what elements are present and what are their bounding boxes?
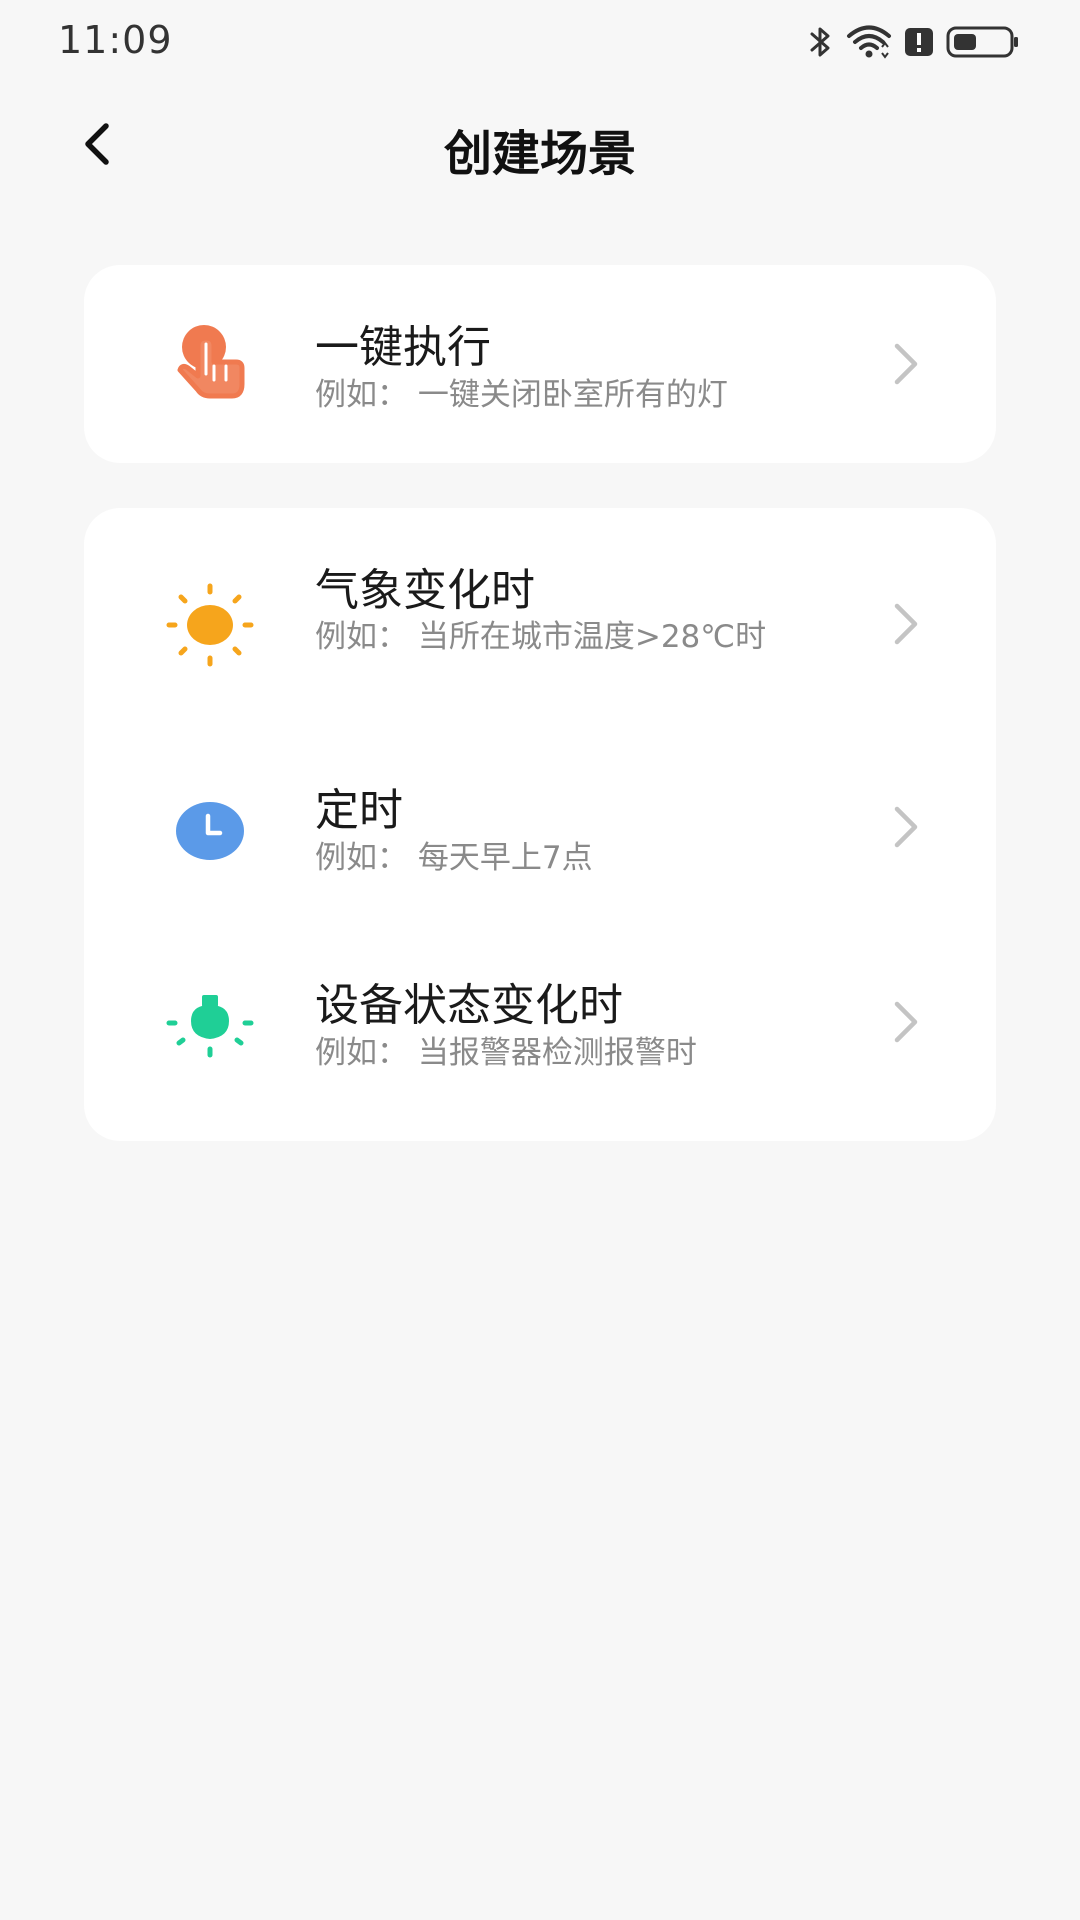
item-title: 设备状态变化时 (315, 980, 623, 1031)
clock-icon (160, 781, 260, 881)
sun-icon (160, 575, 260, 675)
chevron-right-icon (886, 340, 926, 388)
chevron-right-icon (886, 803, 926, 851)
list-item-timer[interactable]: 定时 例如： 每天早上7点 (84, 748, 996, 943)
page-title: 创建场景 (443, 126, 636, 182)
list-item-weather[interactable]: 气象变化时 例如： 当所在城市温度>28℃时 (84, 508, 996, 748)
tap-hand-icon (160, 314, 260, 414)
item-title: 气象变化时 (315, 565, 535, 616)
condition-scene-card: 气象变化时 例如： 当所在城市温度>28℃时 定时 例如： 每天早上7点 设备状… (84, 508, 996, 1141)
item-description: 例如： 当所在城市温度>28℃时 (315, 619, 767, 655)
alert-icon (904, 27, 934, 57)
wifi-icon (846, 25, 892, 59)
item-title: 定时 (315, 785, 403, 836)
item-description: 例如： 一键关闭卧室所有的灯 (315, 377, 728, 413)
battery-icon (946, 25, 1020, 59)
item-title: 一键执行 (315, 322, 491, 373)
item-description: 例如： 每天早上7点 (315, 840, 593, 876)
status-bar: 11:09 (0, 0, 1080, 84)
status-icons (808, 22, 1020, 62)
manual-scene-card: 一键执行 例如： 一键关闭卧室所有的灯 (84, 265, 996, 463)
bluetooth-icon (808, 24, 834, 60)
list-item-device-state[interactable]: 设备状态变化时 例如： 当报警器检测报警时 (84, 943, 996, 1141)
item-description: 例如： 当报警器检测报警时 (315, 1035, 697, 1071)
chevron-right-icon (886, 998, 926, 1046)
chevron-right-icon (886, 600, 926, 648)
device-bulb-icon (160, 976, 260, 1076)
list-item-one-tap[interactable]: 一键执行 例如： 一键关闭卧室所有的灯 (84, 265, 996, 463)
status-time: 11:09 (58, 18, 173, 62)
header: 创建场景 (0, 100, 1080, 190)
